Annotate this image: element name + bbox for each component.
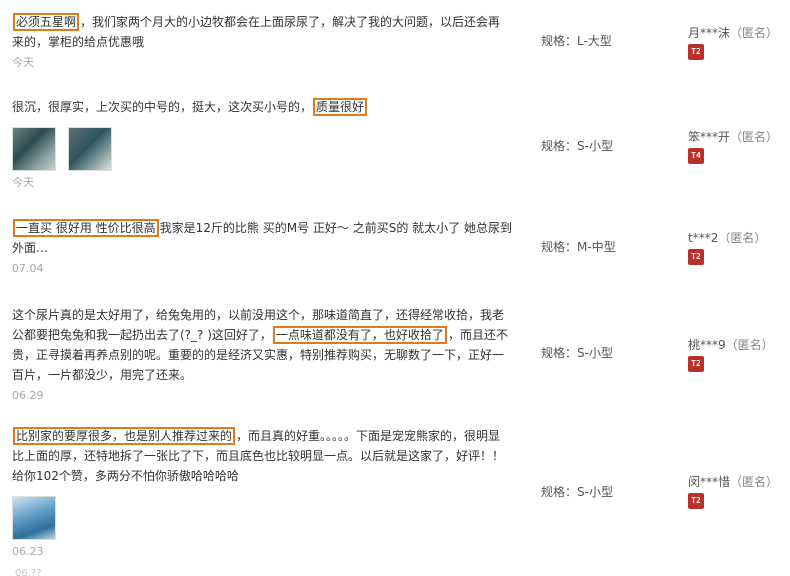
review-date: 07.04 xyxy=(12,262,44,275)
product-spec: 规格：S-小型 xyxy=(541,485,613,499)
review-text: 很沉，很厚实，上次买的中号的，挺大，这次买小号的， xyxy=(12,100,313,114)
anonymous-label: （匿名） xyxy=(730,26,779,40)
reviewer-name[interactable]: 笨***开 xyxy=(688,130,730,144)
review-photos xyxy=(12,127,512,171)
highlighted-phrase: 必须五星啊 xyxy=(13,13,80,31)
review-text: ，我们家两个月大的小边牧都会在上面尿尿了，解决了我的大问题，以后还会再来的，掌柜… xyxy=(12,15,501,49)
review-content: 很沉，很厚实，上次买的中号的，挺大，这次买小号的， 质量很好 今天 xyxy=(12,97,512,193)
review-content: 必须五星啊 ，我们家两个月大的小边牧都会在上面尿尿了，解决了我的大问题，以后还会再… xyxy=(12,12,512,73)
reviewer-info: 月***沫（匿名） T2 xyxy=(688,24,778,60)
review-photo-thumbnail[interactable] xyxy=(68,127,112,171)
level-badge-icon: T2 xyxy=(688,493,704,509)
review-content: 一直买 很好用 性价比很高 我家是12斤的比熊 买的M号 正好～ 之前买S的 就太… xyxy=(12,218,512,279)
next-review-date-partial: 06.?? xyxy=(15,568,42,576)
highlighted-phrase: 质量很好 xyxy=(313,98,368,116)
highlighted-phrase: 一直买 很好用 性价比很高 xyxy=(13,219,159,237)
product-spec: 规格：M-中型 xyxy=(541,240,616,254)
reviewer-name[interactable]: 闵***惜 xyxy=(688,475,730,489)
reviewer-name[interactable]: 桃***9 xyxy=(688,338,726,352)
product-spec: 规格：S-小型 xyxy=(541,139,613,153)
reviewer-info: t***2（匿名） T2 xyxy=(688,229,766,265)
product-spec: 规格：S-小型 xyxy=(541,346,613,360)
highlighted-phrase: 比别家的要厚很多，也是别人推荐过来的 xyxy=(13,427,236,445)
review-photos xyxy=(12,496,512,540)
review-content: 这个尿片真的是太好用了，给兔兔用的，以前没用这个，那味道简直了，还得经常收拾，我… xyxy=(12,305,512,406)
level-badge-icon: T4 xyxy=(688,148,704,164)
anonymous-label: （匿名） xyxy=(718,231,767,245)
review-date: 今天 xyxy=(12,176,34,189)
review-photo-thumbnail[interactable] xyxy=(12,496,56,540)
review-list: 必须五星啊 ，我们家两个月大的小边牧都会在上面尿尿了，解决了我的大问题，以后还会再… xyxy=(0,0,790,576)
level-badge-icon: T2 xyxy=(688,356,704,372)
review-photo-thumbnail[interactable] xyxy=(12,127,56,171)
highlighted-phrase: 一点味道都没有了，也好收拾了 xyxy=(272,326,447,344)
reviewer-name[interactable]: t***2 xyxy=(688,231,718,245)
product-spec: 规格：L-大型 xyxy=(541,34,612,48)
reviewer-name[interactable]: 月***沫 xyxy=(688,26,730,40)
reviewer-info: 桃***9（匿名） T2 xyxy=(688,336,774,372)
review-date: 06.23 xyxy=(12,545,44,558)
anonymous-label: （匿名） xyxy=(725,338,774,352)
reviewer-info: 闵***惜（匿名） T2 xyxy=(688,473,778,509)
anonymous-label: （匿名） xyxy=(730,130,779,144)
reviewer-info: 笨***开（匿名） T4 xyxy=(688,128,778,164)
level-badge-icon: T2 xyxy=(688,249,704,265)
review-date: 今天 xyxy=(12,56,34,69)
level-badge-icon: T2 xyxy=(688,44,704,60)
anonymous-label: （匿名） xyxy=(730,475,779,489)
review-content: 比别家的要厚很多，也是别人推荐过来的 ，而且真的好重。。。。。下面是宠宠熊家的，很… xyxy=(12,426,512,562)
review-date: 06.29 xyxy=(12,389,44,402)
